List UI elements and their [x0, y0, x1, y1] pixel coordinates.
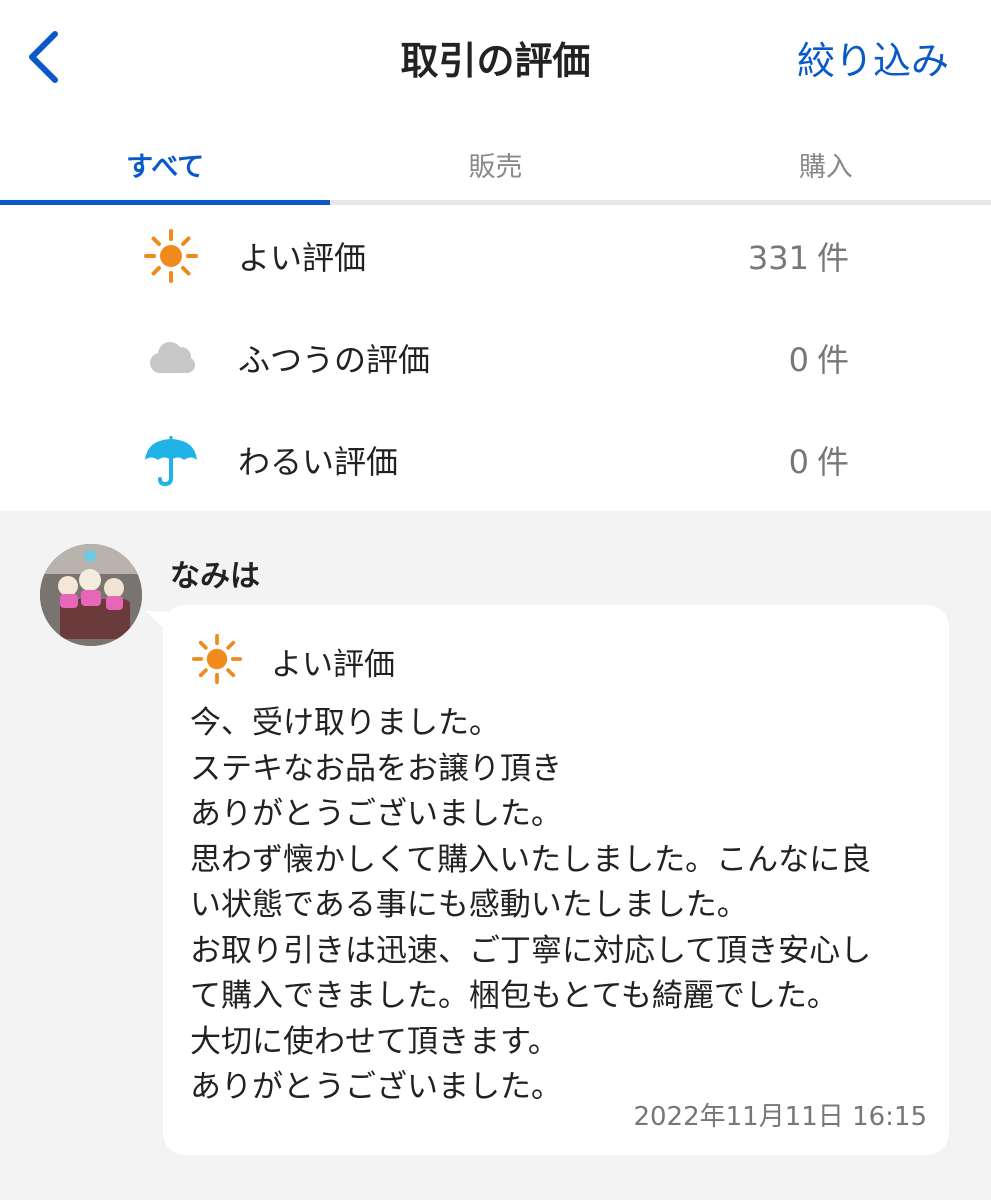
- back-button[interactable]: [18, 28, 68, 86]
- umbrella-icon: [143, 432, 199, 488]
- review-bubble: よい評価 今、受け取りました。 ステキなお品をお譲り頂き ありがとうございました…: [163, 605, 949, 1155]
- top-section: 取引の評価 絞り込み すべて 販売 購入 よい評価 331 件 ふつうの評価 0…: [0, 0, 991, 511]
- rating-summary: よい評価 331 件 ふつうの評価 0件 わるい評価 0 件: [0, 205, 991, 511]
- comment-line: ステキなお品をお譲り頂き: [190, 750, 562, 787]
- summary-row-good[interactable]: よい評価 331 件: [0, 205, 991, 307]
- sun-icon: [191, 633, 243, 689]
- summary-count: 331 件: [747, 239, 849, 277]
- comment-line: お取り引きは迅速、ご丁寧に対応して頂き安心し: [190, 932, 872, 969]
- comment-line: 思わず懐かしくて購入いたしました。こんなに良: [190, 841, 872, 878]
- summary-row-bad[interactable]: わるい評価 0件: [0, 409, 991, 511]
- comment-line: て購入できました。梱包もとても綺麗でした。: [190, 978, 838, 1014]
- sun-icon: [143, 228, 199, 284]
- review-date: 2022年11月11日 16:15: [633, 1102, 927, 1132]
- tab-bar: すべて 販売 購入: [0, 115, 991, 205]
- tab-sales[interactable]: 販売: [330, 115, 660, 205]
- filter-button[interactable]: 絞り込み: [797, 30, 949, 85]
- header: 取引の評価 絞り込み: [0, 0, 991, 115]
- cloud-icon: [143, 330, 199, 386]
- comment-line: ありがとうございました。: [190, 796, 562, 832]
- dogs-photo-icon: [40, 544, 142, 646]
- comment-line: い状態である事にも感動いたしました。: [190, 887, 748, 923]
- avatar[interactable]: [40, 544, 142, 646]
- summary-label: ふつうの評価: [238, 341, 431, 379]
- reviewer-name[interactable]: なみは: [170, 551, 260, 595]
- summary-row-normal[interactable]: ふつうの評価 0件: [0, 307, 991, 409]
- comment-line: 大切に使わせて頂きます。: [190, 1023, 559, 1060]
- review-comment: 今、受け取りました。 ステキなお品をお譲り頂き ありがとうございました。 思わず…: [190, 701, 930, 1111]
- summary-count: 0件: [788, 341, 849, 379]
- review-list: なみは よい評価 今、受け取りました。 ステキなお品をお譲り頂き ありがとうござ…: [0, 511, 991, 1200]
- summary-count: 0件: [788, 443, 849, 481]
- review-rating-label: よい評価: [271, 646, 395, 683]
- summary-label: わるい評価: [238, 443, 399, 481]
- review-rating: よい評価: [191, 633, 395, 689]
- chevron-left-icon: [29, 31, 58, 83]
- tab-purchase[interactable]: 購入: [661, 115, 991, 205]
- tab-all[interactable]: すべて: [0, 115, 330, 205]
- summary-label: よい評価: [238, 239, 367, 277]
- comment-line: 今、受け取りました。: [190, 705, 500, 741]
